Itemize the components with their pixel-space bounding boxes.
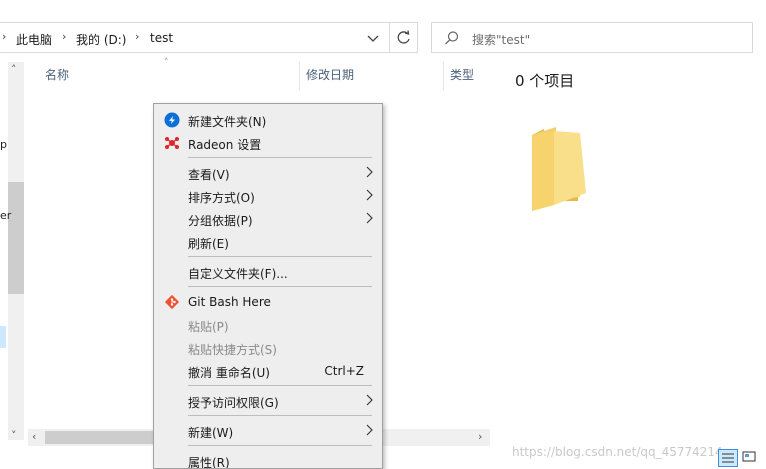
menu-item-paste[interactable]: 粘贴(P)	[154, 314, 382, 336]
menu-item-label: 自定义文件夹(F)...	[188, 267, 288, 281]
title-bar-strip	[0, 0, 766, 18]
menu-separator	[188, 286, 372, 287]
menu-item-group-by[interactable]: 分组依据(P)	[154, 208, 382, 230]
menu-separator	[188, 385, 372, 386]
new-folder-icon	[164, 112, 180, 128]
submenu-arrow-icon	[364, 393, 374, 407]
watermark-text: https://blog.csdn.net/qq_45774214	[512, 445, 723, 459]
context-menu: 新建文件夹(N) Radeon 设置 查看(V) 排序方式(O) 分组依据(P)…	[153, 103, 383, 469]
menu-item-paste-shortcut[interactable]: 粘贴快捷方式(S)	[154, 337, 382, 359]
submenu-arrow-icon	[364, 188, 374, 202]
menu-item-view[interactable]: 查看(V)	[154, 162, 382, 184]
column-header-type[interactable]: 类型	[450, 66, 474, 83]
nav-item-selected[interactable]	[0, 326, 6, 348]
nav-item-fragment[interactable]: p	[0, 138, 7, 151]
menu-item-label: 授予访问权限(G)	[188, 396, 279, 410]
chevron-right-icon[interactable]: ›	[135, 30, 139, 43]
scroll-down-icon[interactable]: ˅	[11, 429, 17, 442]
chevron-down-icon[interactable]	[364, 29, 382, 47]
menu-item-label: 新建(W)	[188, 426, 234, 440]
sort-ascending-icon: ˄	[164, 58, 169, 68]
refresh-icon	[397, 30, 410, 44]
menu-item-label: 刷新(E)	[188, 237, 229, 251]
column-header-modified[interactable]: 修改日期	[306, 66, 354, 83]
chevron-right-icon[interactable]: ›	[2, 30, 6, 43]
submenu-arrow-icon	[364, 423, 374, 437]
large-icons-view-icon	[742, 451, 756, 462]
nav-item-fragment[interactable]: er	[0, 209, 11, 222]
submenu-arrow-icon	[364, 165, 374, 179]
menu-item-label: 排序方式(O)	[188, 191, 255, 205]
git-icon	[164, 294, 180, 310]
menu-item-label: 分组依据(P)	[188, 214, 253, 228]
scroll-left-icon[interactable]: ‹	[32, 430, 36, 443]
menu-item-radeon-settings[interactable]: Radeon 设置	[154, 132, 382, 154]
column-divider[interactable]	[299, 62, 300, 90]
menu-item-label: 粘贴快捷方式(S)	[188, 343, 277, 357]
menu-item-properties[interactable]: 属性(R)	[154, 450, 382, 469]
menu-item-label: Git Bash Here	[188, 295, 271, 309]
refresh-button[interactable]	[389, 23, 417, 52]
view-switcher	[718, 449, 762, 469]
menu-separator	[188, 415, 372, 416]
details-view-button[interactable]	[718, 449, 738, 467]
large-icons-view-button[interactable]	[740, 449, 760, 467]
menu-item-new[interactable]: 新建(W)	[154, 420, 382, 442]
menu-item-sort-by[interactable]: 排序方式(O)	[154, 185, 382, 207]
search-icon	[444, 30, 460, 49]
menu-item-undo-rename[interactable]: 撤消 重命名(U) Ctrl+Z	[154, 360, 382, 382]
menu-item-customize-folder[interactable]: 自定义文件夹(F)...	[154, 261, 382, 283]
submenu-arrow-icon	[364, 211, 374, 225]
breadcrumb-this-pc[interactable]: 此电脑	[16, 31, 52, 48]
scroll-up-icon[interactable]: ˄	[11, 63, 17, 76]
scroll-right-icon[interactable]: ›	[478, 430, 482, 443]
column-header-name[interactable]: 名称	[45, 66, 69, 83]
menu-separator	[188, 445, 372, 446]
radeon-icon	[164, 135, 180, 151]
search-placeholder: 搜索"test"	[472, 33, 531, 47]
menu-item-label: 粘贴(P)	[188, 320, 229, 334]
menu-item-label: 撤消 重命名(U)	[188, 366, 270, 380]
address-bar[interactable]: › 此电脑 › 我的 (D:) › test	[0, 22, 418, 53]
menu-separator	[188, 256, 372, 257]
menu-item-label: Radeon 设置	[188, 138, 262, 152]
navigation-scrollbar-thumb[interactable]	[8, 182, 24, 294]
details-view-icon	[722, 453, 734, 463]
column-divider[interactable]	[443, 62, 444, 90]
menu-item-label: 新建文件夹(N)	[188, 115, 267, 129]
breadcrumb-test[interactable]: test	[150, 31, 173, 45]
search-input[interactable]: 搜索"test"	[431, 22, 753, 53]
menu-item-shortcut: Ctrl+Z	[324, 364, 364, 378]
menu-separator	[188, 157, 372, 158]
menu-item-grant-access[interactable]: 授予访问权限(G)	[154, 390, 382, 412]
folder-icon	[530, 127, 592, 216]
breadcrumb-drive-d[interactable]: 我的 (D:)	[76, 31, 126, 48]
menu-item-label: 属性(R)	[188, 456, 230, 469]
menu-item-new-folder[interactable]: 新建文件夹(N)	[154, 109, 382, 131]
menu-item-git-bash-here[interactable]: Git Bash Here	[154, 291, 382, 313]
menu-item-label: 查看(V)	[188, 168, 230, 182]
details-pane	[490, 58, 766, 450]
item-count-label: 0 个项目	[515, 72, 575, 90]
chevron-right-icon[interactable]: ›	[62, 30, 66, 43]
menu-item-refresh[interactable]: 刷新(E)	[154, 231, 382, 253]
horizontal-scrollbar-thumb[interactable]	[45, 431, 165, 444]
